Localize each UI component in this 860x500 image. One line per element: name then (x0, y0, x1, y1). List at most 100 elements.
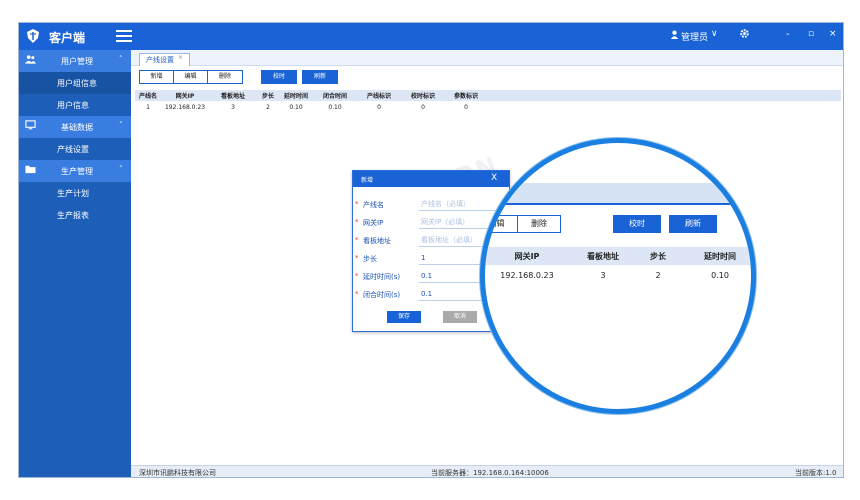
table-cell: 0 (377, 104, 381, 111)
column-header[interactable]: 产线名 (135, 90, 161, 101)
magnified-cell: 192.168.0.23 (500, 270, 554, 280)
magnified-column-header: 网关IP (485, 247, 569, 265)
table-header-row: 产线名 网关IP 看板地址 步长 延时时间 闭合时间 产线标识 校时标识 参数标… (135, 90, 841, 101)
chevron-down-icon[interactable]: ∨ (711, 29, 718, 39)
monitor-icon (25, 120, 36, 133)
magnified-table-row: 192.168.0.23 3 2 0.10 (485, 265, 751, 285)
table-cell: 0 (421, 104, 425, 111)
field-label: 延时时间(s) (363, 273, 401, 281)
save-button[interactable]: 保存 (387, 311, 421, 323)
required-asterisk: * (355, 272, 359, 280)
gear-icon[interactable] (739, 28, 750, 42)
calibrate-time-button[interactable]: 校时 (261, 70, 297, 84)
folder-icon (25, 164, 36, 177)
tab-line-setting[interactable]: 产线设置 × (139, 53, 191, 66)
column-header[interactable]: 参数标识 (445, 90, 487, 101)
close-icon[interactable]: × (178, 54, 183, 61)
users-icon (25, 54, 36, 67)
column-header[interactable]: 校时标识 (401, 90, 445, 101)
magnified-column-header: 看板地址 (569, 247, 637, 265)
table-cell: 0.10 (289, 104, 303, 111)
dialog-close-button[interactable]: X (491, 173, 497, 183)
hamburger-menu-icon[interactable] (116, 28, 132, 44)
sidebar-item-user-info[interactable]: 用户信息 (19, 94, 131, 116)
magnified-cell: 3 (600, 270, 606, 280)
status-bar: 深圳市讯鹏科技有限公司 当前服务器：192.168.0.164:10006 当前… (131, 465, 843, 477)
column-header[interactable]: 看板地址 (209, 90, 257, 101)
magnified-calibrate-button: 校时 (613, 215, 661, 233)
column-header[interactable]: 步长 (257, 90, 279, 101)
magnified-tab-band (485, 183, 751, 203)
magnified-cell: 0.10 (711, 270, 729, 280)
column-header[interactable]: 延时时间 (279, 90, 313, 101)
user-name[interactable]: 管理员 (681, 30, 708, 43)
field-label: 闭合时间(s) (363, 291, 401, 299)
sidebar-section-label: 生产管理 (61, 167, 93, 176)
delete-button[interactable]: 删除 (208, 71, 242, 83)
close-window-button[interactable]: × (829, 29, 837, 39)
magnified-header-row: 网关IP 看板地址 步长 延时时间 (485, 247, 751, 265)
sidebar-item-label: 用户组信息 (57, 79, 97, 88)
version-label: 当前版本:1.0 (795, 469, 837, 477)
required-asterisk: * (355, 254, 359, 262)
company-name: 深圳市讯鹏科技有限公司 (139, 469, 216, 477)
magnified-edit-button: 编辑 (485, 216, 518, 232)
sidebar-item-label: 产线设置 (57, 145, 89, 154)
sidebar-section-user-management[interactable]: 用户管理 ˄ (19, 50, 131, 72)
magnified-button-group: 编辑 删除 (485, 215, 561, 233)
sidebar-item-production-plan[interactable]: 生产计划 (19, 182, 131, 204)
sidebar-item-label: 生产计划 (57, 189, 89, 198)
cancel-button[interactable]: 取消 (443, 311, 477, 323)
crud-button-group: 新增 编辑 删除 (139, 70, 243, 84)
sidebar: 用户管理 ˄ 用户组信息 用户信息 基础数据 ˄ 产线设置 生产管理 ˄ 生产计… (19, 50, 131, 477)
column-header[interactable]: 网关IP (161, 90, 209, 101)
column-header-spacer (487, 90, 841, 101)
table-row[interactable]: 1 192.168.0.23 3 2 0.10 0.10 0 0 0 (135, 101, 841, 114)
magnified-delete-button: 删除 (518, 216, 560, 232)
sidebar-section-label: 用户管理 (61, 57, 93, 66)
magnified-table: 网关IP 看板地址 步长 延时时间 192.168.0.23 3 2 0.10 (485, 247, 751, 285)
dialog-title: 新增 (361, 177, 374, 184)
sidebar-item-label: 用户信息 (57, 101, 89, 110)
app-title: 客户端 (49, 31, 86, 45)
sidebar-item-production-report[interactable]: 生产报表 (19, 204, 131, 226)
field-label: 步长 (363, 255, 377, 263)
shield-logo-icon (25, 28, 41, 44)
chevron-up-icon: ˄ (119, 165, 123, 173)
table-cell: 0 (464, 104, 468, 111)
sidebar-section-basic-data[interactable]: 基础数据 ˄ (19, 116, 131, 138)
sidebar-item-user-group[interactable]: 用户组信息 (19, 72, 131, 94)
refresh-button[interactable]: 刷新 (302, 70, 338, 84)
sidebar-item-line-setting[interactable]: 产线设置 (19, 138, 131, 160)
edit-button[interactable]: 编辑 (174, 71, 208, 83)
add-button[interactable]: 新增 (140, 71, 174, 83)
column-header[interactable]: 产线标识 (357, 90, 401, 101)
data-table: 产线名 网关IP 看板地址 步长 延时时间 闭合时间 产线标识 校时标识 参数标… (135, 90, 841, 114)
sidebar-section-production[interactable]: 生产管理 ˄ (19, 160, 131, 182)
table-cell: 192.168.0.23 (164, 104, 206, 111)
chevron-up-icon: ˄ (119, 55, 123, 63)
table-cell: 2 (266, 104, 270, 111)
magnified-column-header: 步长 (637, 247, 679, 265)
restore-button[interactable]: ▫ (808, 29, 814, 39)
field-label: 网关IP (363, 219, 384, 227)
magnified-column-header: 延时时间 (679, 247, 751, 265)
server-status: 当前服务器：192.168.0.164:10006 (431, 469, 549, 477)
required-asterisk: * (355, 218, 359, 226)
field-label: 看板地址 (363, 237, 391, 245)
tab-label: 产线设置 (146, 56, 174, 64)
magnified-divider (485, 203, 751, 205)
minimize-button[interactable]: - (786, 29, 790, 40)
user-icon[interactable] (670, 30, 679, 42)
column-header[interactable]: 闭合时间 (313, 90, 357, 101)
sidebar-section-label: 基础数据 (61, 123, 93, 132)
table-cell: 0.10 (328, 104, 342, 111)
toolbar: 新增 编辑 删除 校时 刷新 (131, 66, 843, 88)
chevron-up-icon: ˄ (119, 121, 123, 129)
tab-bar: 产线设置 × (131, 50, 843, 66)
table-cell: 3 (231, 104, 235, 111)
magnified-cell: 2 (655, 270, 661, 280)
magnified-refresh-button: 刷新 (669, 215, 717, 233)
required-asterisk: * (355, 236, 359, 244)
sidebar-item-label: 生产报表 (57, 211, 89, 220)
